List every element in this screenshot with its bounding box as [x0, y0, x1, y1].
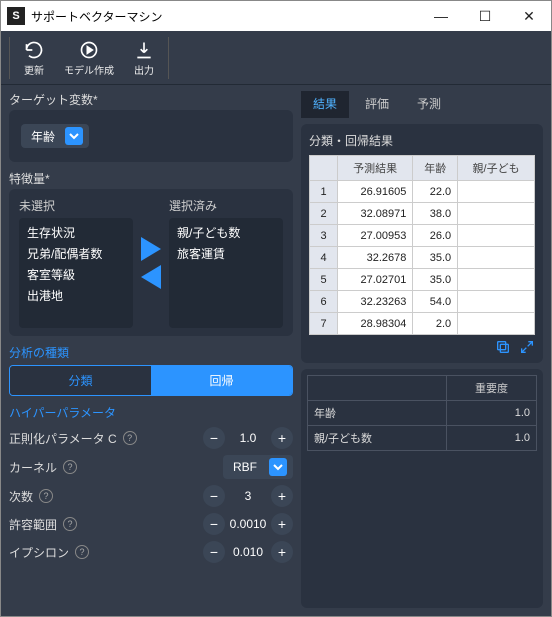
- col-header: 予測結果: [338, 156, 413, 181]
- tab-eval[interactable]: 評価: [353, 91, 401, 118]
- epsilon-plus[interactable]: +: [271, 541, 293, 563]
- selected-listbox[interactable]: 親/子ども数 旅客運賃: [169, 218, 283, 328]
- help-icon[interactable]: ?: [75, 545, 89, 559]
- tolerance-value: 0.0010: [225, 517, 271, 531]
- tolerance-minus[interactable]: −: [203, 513, 225, 535]
- maximize-button[interactable]: ☐: [463, 1, 507, 31]
- kernel-value: RBF: [233, 460, 257, 474]
- table-row: 親/子ども数1.0: [308, 426, 537, 451]
- epsilon-minus[interactable]: −: [203, 541, 225, 563]
- play-circle-icon: [79, 40, 99, 60]
- importance-table: 重要度 年齢1.0 親/子ども数1.0: [307, 375, 537, 451]
- titlebar: S サポートベクターマシン — ☐ ✕: [1, 1, 551, 31]
- tolerance-stepper: − 0.0010 +: [203, 513, 293, 535]
- copy-icon[interactable]: [495, 339, 511, 355]
- refresh-icon: [24, 40, 44, 60]
- minimize-button[interactable]: —: [419, 1, 463, 31]
- close-button[interactable]: ✕: [507, 1, 551, 31]
- create-model-label: モデル作成: [64, 62, 114, 77]
- importance-header: 重要度: [447, 376, 537, 401]
- move-right-button[interactable]: [141, 237, 161, 261]
- selected-label: 選択済み: [169, 197, 283, 214]
- move-left-button[interactable]: [141, 265, 161, 289]
- output-button[interactable]: 出力: [126, 36, 162, 79]
- unselected-listbox[interactable]: 生存状況 兄弟/配偶者数 客室等級 出港地: [19, 218, 133, 328]
- list-item[interactable]: 客室等級: [27, 266, 125, 283]
- help-icon[interactable]: ?: [123, 431, 137, 445]
- table-row[interactable]: 327.0095326.0: [310, 225, 535, 247]
- degree-stepper: − 3 +: [203, 485, 293, 507]
- reg-c-stepper: − 1.0 +: [203, 427, 293, 449]
- list-item[interactable]: 出港地: [27, 287, 125, 304]
- list-item[interactable]: 生存状況: [27, 224, 125, 241]
- target-var-value: 年齢: [31, 128, 55, 145]
- help-icon[interactable]: ?: [63, 517, 77, 531]
- output-label: 出力: [134, 62, 154, 77]
- divider: [168, 37, 169, 79]
- table-row[interactable]: 728.983042.0: [310, 313, 535, 335]
- epsilon-stepper: − 0.010 +: [203, 541, 293, 563]
- table-row: 年齢1.0: [308, 401, 537, 426]
- table-row[interactable]: 232.0897138.0: [310, 203, 535, 225]
- unselected-label: 未選択: [19, 197, 133, 214]
- table-row[interactable]: 632.2326354.0: [310, 291, 535, 313]
- degree-minus[interactable]: −: [203, 485, 225, 507]
- target-var-select[interactable]: 年齢: [21, 124, 89, 148]
- reg-c-label: 正則化パラメータ C: [9, 430, 117, 447]
- toolbar: 更新 モデル作成 出力: [1, 31, 551, 85]
- app-icon: S: [7, 7, 25, 25]
- help-icon[interactable]: ?: [63, 460, 77, 474]
- features-label: 特徴量*: [9, 170, 293, 187]
- chevron-down-icon: [65, 127, 83, 145]
- reg-c-plus[interactable]: +: [271, 427, 293, 449]
- list-item[interactable]: 兄弟/配偶者数: [27, 245, 125, 262]
- epsilon-label: イプシロン: [9, 544, 69, 561]
- result-tabs: 結果 評価 予測: [301, 91, 543, 118]
- target-var-label: ターゲット変数*: [9, 91, 293, 108]
- table-row[interactable]: 126.9160522.0: [310, 181, 535, 203]
- degree-value: 3: [225, 489, 271, 503]
- list-item[interactable]: 親/子ども数: [177, 224, 275, 241]
- help-icon[interactable]: ?: [39, 489, 53, 503]
- tab-classification[interactable]: 分類: [10, 366, 151, 395]
- divider: [9, 37, 10, 79]
- epsilon-value: 0.010: [225, 545, 271, 559]
- list-item[interactable]: 旅客運賃: [177, 245, 275, 262]
- result-title: 分類・回帰結果: [309, 132, 535, 149]
- download-icon: [134, 40, 154, 60]
- kernel-label: カーネル: [9, 459, 57, 476]
- degree-label: 次数: [9, 488, 33, 505]
- tolerance-label: 許容範囲: [9, 516, 57, 533]
- update-button[interactable]: 更新: [16, 36, 52, 79]
- window-title: サポートベクターマシン: [31, 8, 419, 25]
- tab-result[interactable]: 結果: [301, 91, 349, 118]
- analysis-type-label: 分析の種類: [9, 344, 293, 361]
- hyperparam-label: ハイパーパラメータ: [9, 404, 293, 421]
- result-table-wrap: 予測結果 年齢 親/子ども 126.9160522.0 232.0897138.…: [309, 155, 535, 335]
- degree-plus[interactable]: +: [271, 485, 293, 507]
- result-table[interactable]: 予測結果 年齢 親/子ども 126.9160522.0 232.0897138.…: [309, 155, 535, 335]
- table-row[interactable]: 432.267835.0: [310, 247, 535, 269]
- update-label: 更新: [24, 62, 44, 77]
- analysis-type-toggle: 分類 回帰: [9, 365, 293, 396]
- chevron-down-icon: [269, 458, 287, 476]
- kernel-select[interactable]: RBF: [223, 455, 293, 479]
- col-header: 親/子ども: [458, 156, 535, 181]
- reg-c-value: 1.0: [225, 431, 271, 445]
- col-header: 年齢: [413, 156, 458, 181]
- tab-predict[interactable]: 予測: [405, 91, 453, 118]
- expand-icon[interactable]: [519, 339, 535, 355]
- table-row[interactable]: 527.0270135.0: [310, 269, 535, 291]
- tab-regression[interactable]: 回帰: [151, 366, 292, 395]
- create-model-button[interactable]: モデル作成: [56, 36, 122, 79]
- reg-c-minus[interactable]: −: [203, 427, 225, 449]
- tolerance-plus[interactable]: +: [271, 513, 293, 535]
